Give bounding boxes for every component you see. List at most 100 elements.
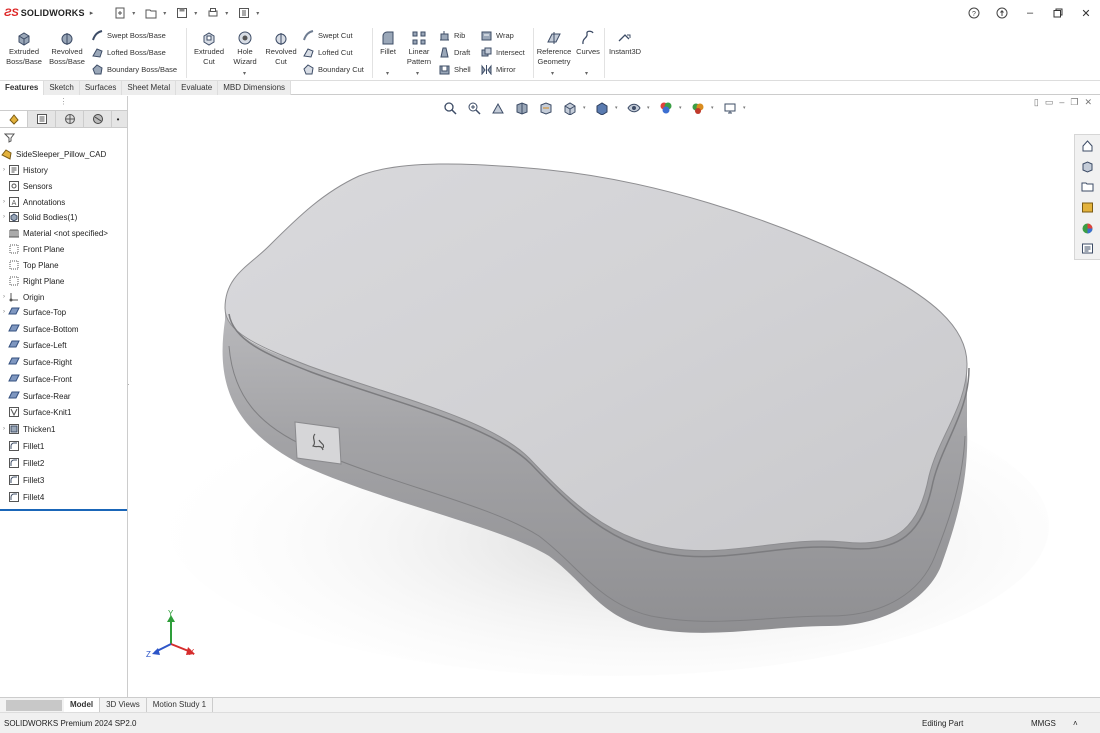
reference-geometry-caret-icon[interactable]: ▾ — [551, 70, 554, 77]
display-style-icon[interactable] — [591, 100, 613, 116]
unit-system-button[interactable]: MMGS — [1031, 719, 1056, 728]
close-button[interactable]: ✕ — [1072, 0, 1100, 26]
view-settings-caret-icon[interactable]: ▾ — [743, 105, 749, 111]
draft-button[interactable]: Draft — [439, 47, 470, 58]
section-view-icon[interactable] — [511, 100, 533, 116]
tree-node[interactable]: Fillet2 — [0, 455, 44, 471]
extruded-boss-button[interactable]: Extruded Boss/Base — [4, 30, 44, 66]
tree-root[interactable]: SideSleeper_Pillow_CAD — [1, 146, 106, 162]
hole-wizard-button[interactable]: Hole Wizard — [229, 30, 261, 66]
new-document-icon[interactable] — [111, 4, 129, 22]
tab-model[interactable]: Model — [64, 698, 101, 712]
revolved-cut-button[interactable]: Revolved Cut — [263, 30, 299, 66]
display-style-caret-icon[interactable]: ▾ — [615, 105, 621, 111]
tree-node[interactable]: › Origin — [0, 289, 44, 305]
tree-filter[interactable] — [0, 128, 127, 146]
display-manager-tab[interactable] — [84, 111, 112, 127]
restore-button[interactable] — [1044, 0, 1072, 26]
tab-sheet-metal[interactable]: Sheet Metal — [122, 81, 177, 95]
options-caret-icon[interactable]: ▾ — [256, 10, 259, 17]
revolved-boss-button[interactable]: Revolved Boss/Base — [47, 30, 87, 66]
zoom-to-area-icon[interactable] — [463, 100, 485, 116]
tab-scroll-thumb[interactable] — [6, 699, 62, 711]
view-orientation-caret-icon[interactable]: ▾ — [583, 105, 589, 111]
viewport-close-icon[interactable]: ✕ — [1084, 97, 1092, 108]
unit-system-caret-icon[interactable]: ˄ — [1073, 719, 1078, 728]
tree-node[interactable]: Sensors — [0, 178, 52, 194]
open-document-icon[interactable] — [142, 4, 160, 22]
hole-wizard-caret-icon[interactable]: ▾ — [243, 70, 246, 77]
mirror-button[interactable]: Mirror — [481, 64, 516, 75]
expand-arrow-icon[interactable]: › — [0, 426, 8, 432]
print-icon[interactable] — [204, 4, 222, 22]
tree-node[interactable]: Material <not specified> — [0, 225, 108, 241]
previous-view-icon[interactable] — [487, 100, 509, 116]
apply-scene-icon[interactable] — [687, 100, 709, 116]
linear-pattern-button[interactable]: Linear Pattern — [403, 30, 435, 66]
expand-arrow-icon[interactable]: › — [0, 309, 8, 315]
feature-manager-tab[interactable] — [0, 111, 28, 127]
help-icon[interactable]: ? — [960, 0, 988, 26]
boundary-cut-button[interactable]: Boundary Cut — [303, 64, 364, 75]
expand-arrow-icon[interactable]: › — [0, 294, 8, 300]
apply-scene-caret-icon[interactable]: ▾ — [711, 105, 717, 111]
solidworks-menu[interactable]: ƧS SOLIDWORKS ▸ — [0, 0, 93, 26]
dynamic-annotation-icon[interactable] — [535, 100, 557, 116]
fillet-caret-icon[interactable]: ▾ — [386, 70, 389, 77]
property-manager-tab[interactable] — [28, 111, 56, 127]
hide-show-items-icon[interactable] — [623, 100, 645, 116]
instant3d-button[interactable]: Instant3D — [607, 30, 643, 57]
tree-node[interactable]: › A Annotations — [0, 194, 65, 210]
edit-appearance-icon[interactable] — [655, 100, 677, 116]
tree-node[interactable]: Surface-Rear — [0, 388, 71, 404]
expand-arrow-icon[interactable]: › — [0, 199, 8, 205]
wrap-button[interactable]: Wrap — [481, 30, 514, 41]
tree-node[interactable]: Fillet3 — [0, 472, 44, 488]
lofted-cut-button[interactable]: Lofted Cut — [303, 47, 353, 58]
tree-node[interactable]: Surface-Left — [0, 337, 67, 353]
info-icon[interactable] — [988, 0, 1016, 26]
more-tabs-icon[interactable]: • — [112, 111, 124, 127]
tree-node[interactable]: Front Plane — [0, 241, 64, 257]
tile-view-icon[interactable]: ▯ — [1034, 97, 1039, 108]
file-explorer-icon[interactable] — [1075, 176, 1100, 197]
tab-3d-views[interactable]: 3D Views — [100, 698, 147, 712]
rib-button[interactable]: Rib — [439, 30, 465, 41]
tree-node[interactable]: Top Plane — [0, 257, 59, 273]
tree-node[interactable]: Surface-Knit1 — [0, 404, 71, 420]
fillet-button[interactable]: Fillet — [376, 30, 400, 57]
tree-node[interactable]: Fillet4 — [0, 489, 44, 505]
viewport-restore-icon[interactable]: ❐ — [1070, 97, 1078, 108]
new-caret-icon[interactable]: ▾ — [132, 10, 135, 17]
tab-evaluate[interactable]: Evaluate — [176, 81, 219, 95]
tab-mbd-dimensions[interactable]: MBD Dimensions — [218, 81, 292, 95]
expand-arrow-icon[interactable]: › — [0, 167, 8, 173]
viewport-minimize-icon[interactable]: – — [1059, 97, 1064, 107]
boundary-boss-button[interactable]: Boundary Boss/Base — [92, 64, 177, 75]
open-caret-icon[interactable]: ▾ — [163, 10, 166, 17]
tree-node[interactable]: › Solid Bodies(1) — [0, 209, 77, 225]
view-palette-icon[interactable] — [1075, 197, 1100, 218]
tab-sketch[interactable]: Sketch — [44, 81, 80, 95]
tree-node[interactable]: Right Plane — [0, 273, 64, 289]
extruded-cut-button[interactable]: Extruded Cut — [191, 30, 227, 66]
expand-arrow-icon[interactable]: › — [0, 214, 8, 220]
intersect-button[interactable]: Intersect — [481, 47, 525, 58]
curves-caret-icon[interactable]: ▾ — [585, 70, 588, 77]
tree-node[interactable]: Surface-Bottom — [0, 321, 79, 337]
swept-boss-button[interactable]: Swept Boss/Base — [92, 30, 166, 41]
curves-button[interactable]: Curves — [575, 30, 601, 57]
rollback-bar[interactable] — [0, 509, 127, 511]
save-icon[interactable] — [173, 4, 191, 22]
tree-node[interactable]: › History — [0, 162, 48, 178]
reference-geometry-button[interactable]: Reference Geometry — [536, 30, 572, 66]
configuration-manager-tab[interactable] — [56, 111, 84, 127]
new-window-icon[interactable]: ▭ — [1045, 97, 1054, 108]
tab-surfaces[interactable]: Surfaces — [79, 81, 123, 95]
minimize-button[interactable]: – — [1016, 0, 1044, 26]
print-caret-icon[interactable]: ▾ — [225, 10, 228, 17]
pillow-model[interactable] — [129, 96, 1100, 697]
options-icon[interactable] — [235, 4, 253, 22]
appearances-scenes-icon[interactable] — [1075, 218, 1100, 239]
save-caret-icon[interactable]: ▾ — [194, 10, 197, 17]
